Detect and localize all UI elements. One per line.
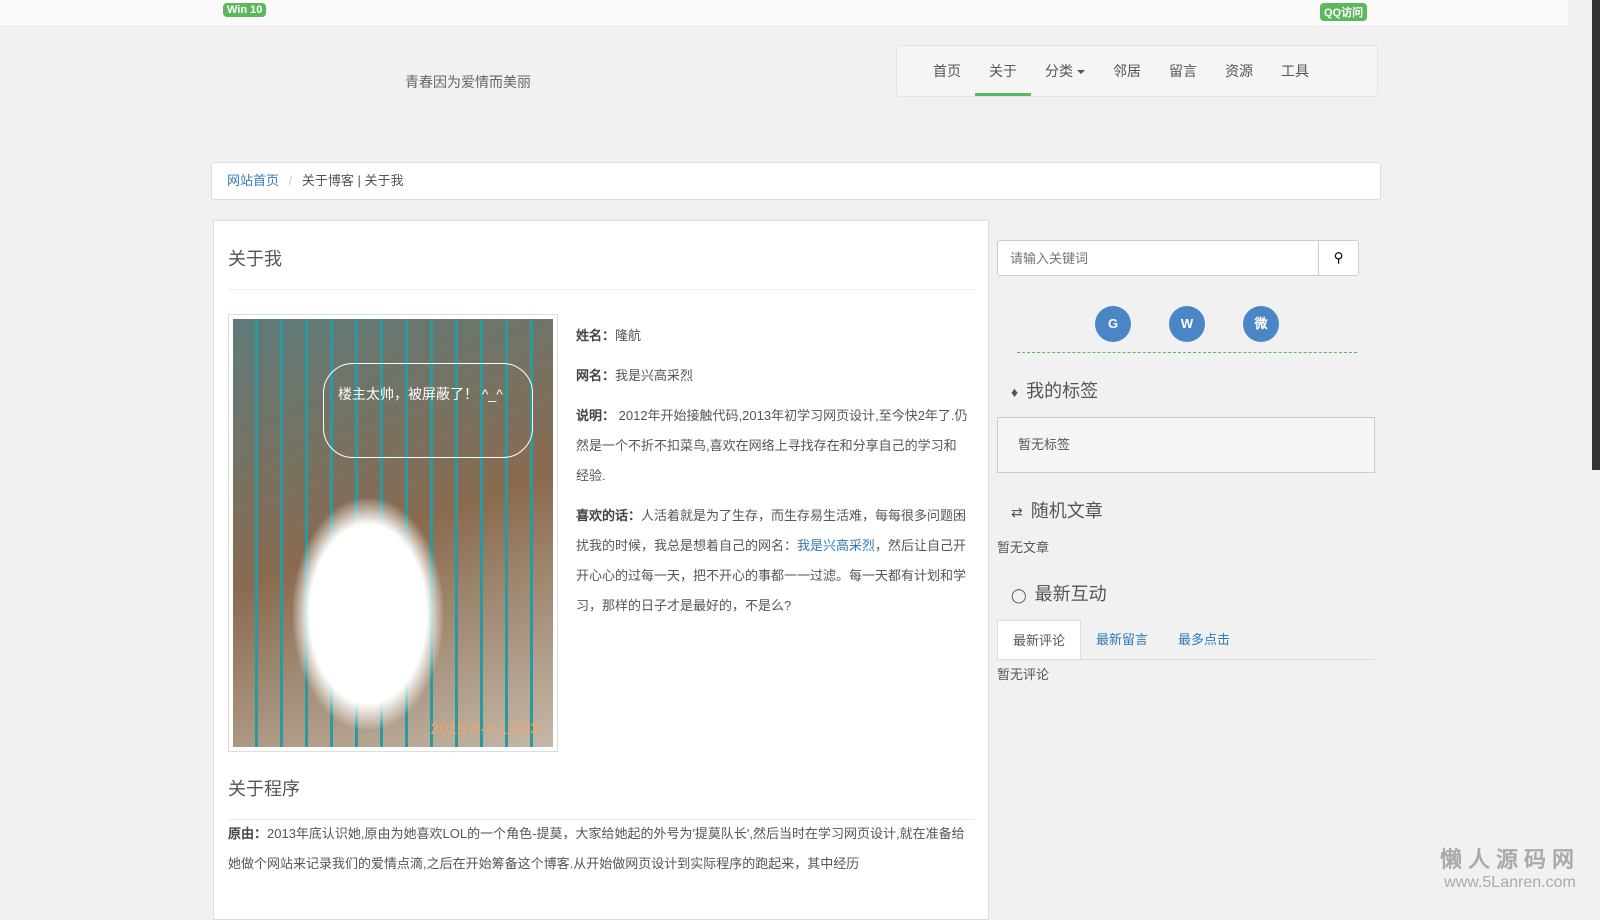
- search-button[interactable]: ⚲: [1319, 240, 1359, 276]
- name-value: 隆航: [615, 328, 642, 343]
- random-heading: ⇄ 随机文章: [1011, 497, 1377, 523]
- watermark-title: 懒人源码网: [1439, 847, 1580, 872]
- social-links: G W 微: [1017, 306, 1357, 353]
- about-info: 姓名：隆航 网名：我是兴高采烈 说明： 2012年开始接触代码,2013年初学习…: [576, 321, 968, 631]
- github-icon[interactable]: G: [1095, 306, 1131, 342]
- caret-down-icon: [1077, 70, 1085, 75]
- profile-photo: 楼主太帅，被屏蔽了！ ^_^ 2015-5-4 10:03: [228, 314, 558, 752]
- random-empty: 暂无文章: [997, 540, 1050, 555]
- section-title-program: 关于程序: [228, 751, 974, 820]
- nick-label: 网名：: [576, 368, 616, 383]
- random-title: 随机文章: [1030, 501, 1103, 521]
- wechat-icon[interactable]: W: [1169, 306, 1205, 342]
- reason-text: 2013年底认识她,原由为她喜欢LOL的一个角色-提莫，大家给她起的外号为'提莫…: [228, 826, 965, 871]
- nick-link[interactable]: 我是兴高采烈: [797, 538, 875, 553]
- main-nav: 首页 关于 分类 邻居 留言 资源 工具: [896, 45, 1378, 97]
- nav-neighbors[interactable]: 邻居: [1099, 46, 1155, 96]
- breadcrumb-separator: /: [288, 173, 293, 188]
- watermark: 懒人源码网 www.5Lanren.com: [1440, 842, 1580, 892]
- nick-value: 我是兴高采烈: [615, 368, 694, 383]
- tab-latest-messages[interactable]: 最新留言: [1081, 620, 1163, 659]
- main-content: 关于我 楼主太帅，被屏蔽了！ ^_^ 2015-5-4 10:03 姓名：隆航 …: [213, 220, 989, 920]
- name-label: 姓名：: [576, 328, 616, 343]
- os-badge: Win 10: [223, 3, 267, 17]
- tag-icon: ♦: [1011, 384, 1019, 400]
- site-slogan: 青春因为爱情而美丽: [405, 74, 531, 90]
- comment-icon: ◯: [1011, 587, 1027, 603]
- scrollbar[interactable]: [1592, 0, 1600, 470]
- nav-category[interactable]: 分类: [1031, 46, 1099, 96]
- search-input[interactable]: [997, 240, 1319, 276]
- desc-value: 2012年开始接触代码,2013年初学习网页设计,至今快2年了.仍然是一个不折不…: [576, 408, 968, 483]
- breadcrumb-current: 关于博客 | 关于我: [301, 173, 404, 188]
- nav-category-label: 分类: [1045, 63, 1073, 79]
- reason-label: 原由：: [228, 826, 268, 841]
- tab-most-clicked[interactable]: 最多点击: [1163, 620, 1245, 659]
- tags-heading: ♦ 我的标签: [1011, 377, 1377, 403]
- shuffle-icon: ⇄: [1011, 504, 1023, 520]
- nav-tools[interactable]: 工具: [1267, 46, 1323, 96]
- tab-latest-comments[interactable]: 最新评论: [997, 620, 1082, 659]
- desc-label: 说明：: [576, 408, 616, 423]
- photo-caption: 楼主太帅，被屏蔽了！ ^_^: [323, 363, 533, 458]
- quote-label: 喜欢的话：: [576, 508, 642, 523]
- search-form: ⚲: [997, 240, 1359, 276]
- breadcrumb-home[interactable]: 网站首页: [227, 173, 279, 188]
- weibo-icon[interactable]: 微: [1243, 306, 1279, 342]
- tags-empty: 暂无标签: [997, 417, 1375, 473]
- page-title: 关于我: [228, 221, 974, 290]
- nav-guestbook[interactable]: 留言: [1155, 46, 1211, 96]
- reason-paragraph: 原由：2013年底认识她,原由为她喜欢LOL的一个角色-提莫，大家给她起的外号为…: [228, 819, 974, 879]
- tags-title: 我的标签: [1026, 381, 1099, 401]
- sidebar: ⚲ G W 微 ♦ 我的标签 暂无标签 ⇄ 随机文章 暂无文章 ◯ 最新互动 最新评论…: [997, 240, 1377, 683]
- qq-visit-badge[interactable]: QQ访问: [1320, 3, 1368, 21]
- nav-resources[interactable]: 资源: [1211, 46, 1267, 96]
- comments-empty: 暂无评论: [997, 667, 1050, 682]
- watermark-url: www.5Lanren.com: [1444, 874, 1576, 891]
- nav-about[interactable]: 关于: [975, 46, 1031, 96]
- interact-tabs: 最新评论 最新留言 最多点击: [997, 620, 1375, 660]
- breadcrumb: 网站首页 / 关于博客 | 关于我: [211, 162, 1381, 200]
- search-icon: ⚲: [1333, 250, 1344, 265]
- nav-home[interactable]: 首页: [919, 46, 975, 96]
- interact-heading: ◯ 最新互动: [1011, 580, 1377, 606]
- photo-timestamp: 2015-5-4 10:03: [430, 721, 539, 738]
- interact-title: 最新互动: [1034, 584, 1107, 604]
- top-bar: Win 10 QQ访问: [0, 0, 1568, 25]
